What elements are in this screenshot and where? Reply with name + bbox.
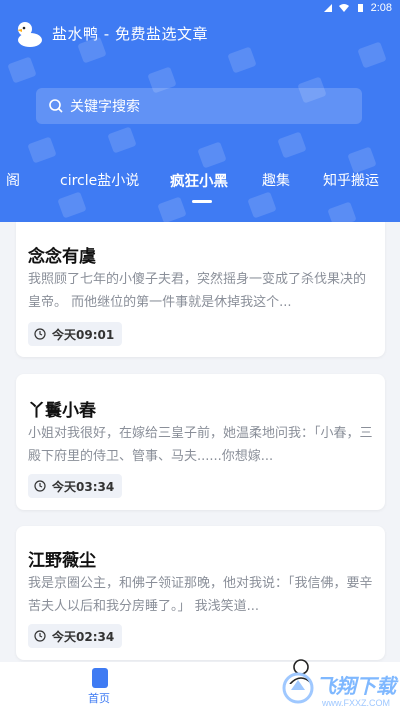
article-excerpt: 我是京圈公主，和佛子领证那晚，他对我说：「我信佛，要辛苦夫人以后和我分房睡了。」…	[28, 576, 373, 614]
article-time: 今天02:34	[52, 629, 115, 644]
background-pattern-tile	[107, 126, 137, 154]
nav-home-button[interactable]: 首页	[80, 662, 120, 712]
app-title: 盐水鸭 - 免费盐选文章	[52, 24, 208, 43]
background-pattern-tile	[157, 196, 187, 222]
tab-zhihu[interactable]: 知乎搬运	[323, 170, 379, 190]
article-card[interactable]: 江野薇尘 我是京圈公主，和佛子领证那晚，他对我说：「我信佛，要辛苦夫人以后和我分…	[16, 526, 385, 660]
app-bar: 盐水鸭 - 免费盐选文章	[14, 18, 208, 48]
article-time-badge: 今天09:01	[28, 322, 123, 346]
status-time: 2:08	[370, 2, 392, 14]
article-title: 江野薇尘	[28, 551, 96, 571]
watermark: 飞翔下载 www.FXXZ.COM	[282, 668, 400, 712]
background-pattern-tile	[197, 141, 227, 169]
tab-quji[interactable]: 趣集	[262, 170, 290, 190]
header-banner: 2:08 盐水鸭 - 免费盐选文章 关键字搜索 阁 circle盐小说 疯狂小黑…	[0, 0, 400, 222]
background-pattern-tile	[227, 46, 257, 74]
tab-circle[interactable]: circle盐小说	[60, 170, 139, 190]
article-excerpt: 小姐对我很好，在嫁给三皇子前，她温柔地问我：「小春，三殿下府里的侍卫、管事、马夫…	[28, 426, 373, 464]
search-input[interactable]: 关键字搜索	[36, 88, 362, 124]
background-pattern-tile	[7, 56, 37, 84]
tab-fengkuang[interactable]: 疯狂小黑	[170, 170, 228, 191]
wifi-icon	[338, 4, 349, 12]
duck-logo-icon	[14, 18, 44, 48]
background-pattern-tile	[357, 41, 387, 69]
clock-icon	[34, 480, 46, 492]
article-card[interactable]: 念念有虞 我照顾了七年的小傻子夫君，突然摇身一变成了杀伐果决的皇帝。 而他继位的…	[16, 222, 385, 357]
search-icon	[49, 99, 63, 113]
article-time-badge: 今天02:34	[28, 624, 123, 648]
home-icon	[92, 668, 108, 688]
article-title: 念念有虞	[28, 247, 96, 267]
article-time: 今天09:01	[52, 327, 115, 342]
watermark-subtext: www.FXXZ.COM	[322, 698, 391, 708]
search-placeholder: 关键字搜索	[70, 99, 140, 115]
battery-icon	[357, 4, 363, 12]
article-excerpt: 我照顾了七年的小傻子夫君，突然摇身一变成了杀伐果决的皇帝。 而他继位的第一件事就…	[28, 272, 367, 310]
clock-icon	[34, 328, 46, 340]
watermark-text: 飞翔下载	[316, 674, 396, 698]
active-tab-indicator	[192, 200, 212, 203]
clock-icon	[34, 630, 46, 642]
background-pattern-tile	[277, 131, 307, 159]
background-pattern-tile	[27, 136, 57, 164]
status-icons: 2:08	[323, 2, 392, 14]
article-title: 丫鬟小春	[28, 401, 96, 421]
watermark-logo-icon	[282, 672, 314, 704]
status-bar: 2:08	[0, 0, 400, 16]
article-time: 今天03:34	[52, 479, 115, 494]
background-pattern-tile	[327, 201, 357, 222]
category-tabs: 阁 circle盐小说 疯狂小黑 趣集 知乎搬运	[0, 170, 400, 200]
tab-ge[interactable]: 阁	[6, 170, 20, 190]
nav-home-label: 首页	[88, 692, 110, 705]
signal-icon	[323, 4, 332, 12]
article-time-badge: 今天03:34	[28, 474, 123, 498]
article-card[interactable]: 丫鬟小春 小姐对我很好，在嫁给三皇子前，她温柔地问我：「小春，三殿下府里的侍卫、…	[16, 374, 385, 510]
